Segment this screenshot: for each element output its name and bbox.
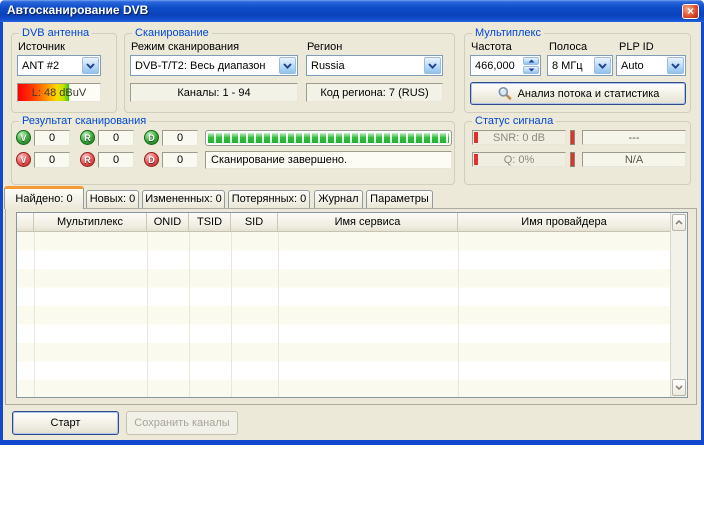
column-divider	[231, 232, 232, 397]
scan-progress-fill	[208, 133, 449, 143]
tab-found[interactable]: Найдено: 0	[4, 186, 84, 209]
indicator-video-ok-icon: V	[16, 130, 31, 145]
bandwidth-label: Полоса	[549, 41, 587, 53]
spin-up-button[interactable]	[523, 57, 539, 65]
scan-status-field: Сканирование завершено.	[205, 151, 452, 169]
count-data-fail: 0	[162, 152, 198, 168]
scan-group-title: Сканирование	[132, 27, 212, 39]
result-group-title: Результат сканирования	[19, 115, 149, 127]
count-data-ok: 0	[162, 130, 198, 146]
table-header: Мультиплекс ONID TSID SID Имя сервиса Им…	[17, 213, 670, 232]
start-button[interactable]: Старт	[12, 411, 119, 435]
signal-level-text: L: 48 dBuV	[32, 87, 86, 99]
count-radio-ok: 0	[98, 130, 134, 146]
snr-meter: SNR: 0 dB	[472, 130, 566, 145]
vertical-scrollbar[interactable]	[670, 213, 687, 397]
plp-id-select[interactable]: Auto	[616, 55, 686, 76]
snr-meter-fill	[474, 132, 478, 143]
column-divider	[458, 232, 459, 397]
chevron-down-icon[interactable]	[667, 57, 684, 74]
indicator-radio-fail-icon: R	[80, 152, 95, 167]
scroll-down-button[interactable]	[672, 379, 686, 396]
quality-meter-fill	[474, 154, 478, 165]
column-header-service-name[interactable]: Имя сервиса	[278, 213, 458, 231]
chevron-down-icon[interactable]	[279, 57, 296, 74]
save-channels-button[interactable]: Сохранить каналы	[126, 411, 238, 435]
table-body	[17, 232, 670, 397]
count-video-ok: 0	[34, 130, 70, 146]
tab-lost[interactable]: Потерянных: 0	[228, 190, 310, 208]
chevron-down-icon[interactable]	[594, 57, 611, 74]
scan-progressbar	[205, 130, 452, 146]
channels-table: Мультиплекс ONID TSID SID Имя сервиса Им…	[16, 212, 688, 398]
region-select[interactable]: Russia	[306, 55, 443, 76]
region-value: Russia	[307, 60, 423, 72]
quality-marker	[570, 152, 575, 167]
snr-marker	[570, 130, 575, 145]
signal-level-meter: L: 48 dBuV	[17, 83, 101, 102]
region-label: Регион	[307, 41, 342, 53]
antenna-source-value: ANT #2	[18, 60, 81, 72]
column-header-provider-name[interactable]: Имя провайдера	[458, 213, 670, 231]
tab-parameters[interactable]: Параметры	[366, 190, 433, 208]
quality-extra-field: N/A	[582, 152, 686, 167]
magnifier-icon	[497, 86, 512, 101]
tab-log[interactable]: Журнал	[314, 190, 363, 208]
indicator-radio-ok-icon: R	[80, 130, 95, 145]
chevron-down-icon[interactable]	[424, 57, 441, 74]
close-icon: ×	[687, 4, 694, 18]
plp-id-label: PLP ID	[619, 41, 654, 53]
column-divider	[34, 232, 35, 397]
column-header-onid[interactable]: ONID	[147, 213, 189, 231]
scan-mode-select[interactable]: DVB-T/T2: Весь диапазон	[130, 55, 298, 76]
frequency-input[interactable]	[471, 60, 522, 72]
antenna-source-select[interactable]: ANT #2	[17, 55, 101, 76]
column-header-tsid[interactable]: TSID	[189, 213, 231, 231]
count-video-fail: 0	[34, 152, 70, 168]
titlebar[interactable]: Автосканирование DVB ×	[0, 0, 704, 22]
window-title: Автосканирование DVB	[7, 3, 148, 17]
column-header-multiplex[interactable]: Мультиплекс	[34, 213, 147, 231]
region-code-field: Код региона: 7 (RUS)	[306, 83, 443, 102]
tab-changed[interactable]: Измененных: 0	[142, 190, 225, 208]
bandwidth-select[interactable]: 8 МГц	[547, 55, 613, 76]
mux-group-title: Мультиплекс	[472, 27, 544, 39]
analyze-stream-button[interactable]: Анализ потока и статистика	[470, 82, 686, 105]
desktop: Автосканирование DVB × DVB антенна Источ…	[0, 0, 704, 512]
column-header-sid[interactable]: SID	[231, 213, 278, 231]
close-button[interactable]: ×	[682, 4, 699, 19]
dialog-window: Автосканирование DVB × DVB антенна Источ…	[0, 0, 704, 445]
bandwidth-value: 8 МГц	[548, 60, 593, 72]
spinner-buttons	[523, 57, 539, 74]
quality-meter-label: Q: 0%	[504, 154, 535, 166]
scroll-up-button[interactable]	[672, 214, 686, 231]
indicator-video-fail-icon: V	[16, 152, 31, 167]
quality-meter: Q: 0%	[472, 152, 566, 167]
tab-new[interactable]: Новых: 0	[86, 190, 139, 208]
signal-group-title: Статус сигнала	[472, 115, 556, 127]
indicator-data-ok-icon: D	[144, 130, 159, 145]
scrollbar-track[interactable]	[671, 232, 687, 378]
source-label: Источник	[18, 41, 65, 53]
channels-range-field: Каналы: 1 - 94	[130, 83, 298, 102]
plp-id-value: Auto	[617, 60, 666, 72]
count-radio-fail: 0	[98, 152, 134, 168]
indicator-data-fail-icon: D	[144, 152, 159, 167]
spin-down-button[interactable]	[523, 66, 539, 74]
column-divider	[147, 232, 148, 397]
chevron-down-icon[interactable]	[82, 57, 99, 74]
scan-mode-label: Режим сканирования	[131, 41, 239, 53]
scan-mode-value: DVB-T/T2: Весь диапазон	[131, 60, 278, 72]
column-divider	[189, 232, 190, 397]
frequency-spinner[interactable]	[470, 55, 541, 76]
snr-meter-label: SNR: 0 dB	[493, 132, 545, 144]
column-header-selector[interactable]	[17, 213, 34, 231]
antenna-group-title: DVB антенна	[19, 27, 92, 39]
column-divider	[278, 232, 279, 397]
analyze-stream-label: Анализ потока и статистика	[518, 88, 660, 100]
frequency-label: Частота	[471, 41, 512, 53]
snr-extra-field: ---	[582, 130, 686, 145]
